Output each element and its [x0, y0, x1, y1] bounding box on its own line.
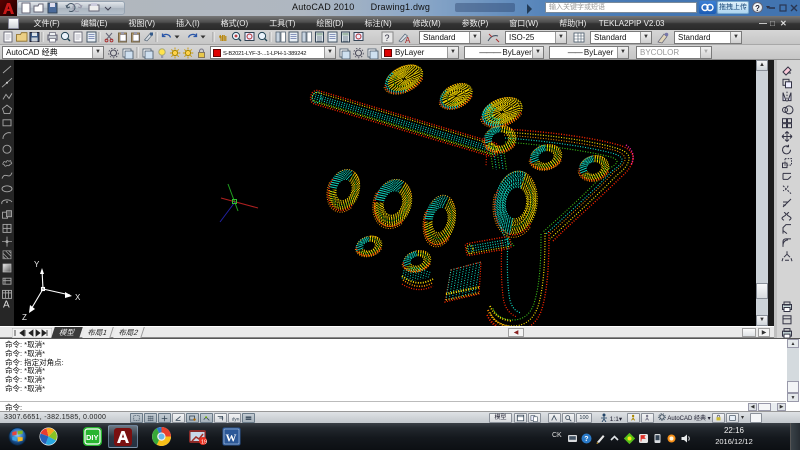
svg-text:?: ?: [584, 436, 588, 443]
svg-text:DIY: DIY: [86, 433, 99, 442]
svg-text:X: X: [75, 293, 81, 302]
svg-text:?: ?: [385, 33, 390, 43]
svg-text:dyn: dyn: [232, 416, 240, 422]
svg-text:A: A: [405, 36, 411, 44]
svg-text:19: 19: [201, 440, 207, 446]
svg-text:A: A: [3, 300, 10, 311]
svg-text:W: W: [225, 433, 236, 445]
svg-text:Y: Y: [34, 260, 40, 269]
svg-text:Z: Z: [22, 313, 27, 322]
